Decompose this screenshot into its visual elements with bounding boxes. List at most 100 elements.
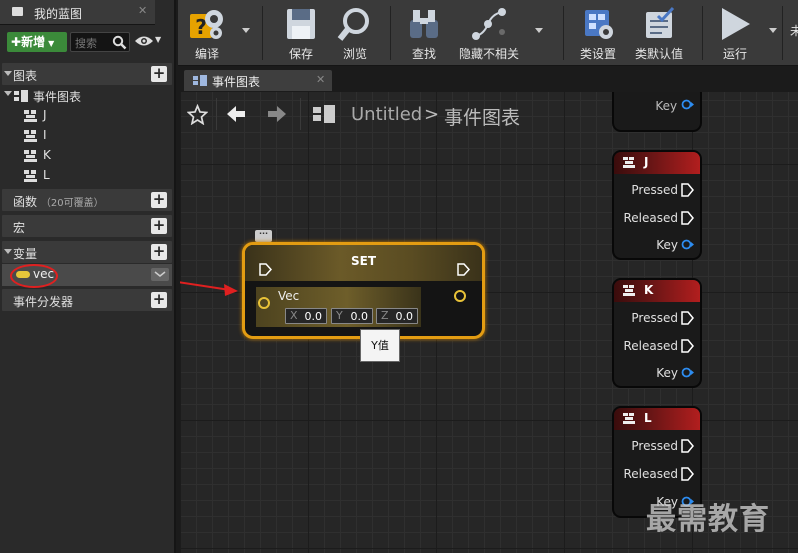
toolbar-separator [390,6,391,60]
breadcrumb-blueprint[interactable]: Untitled [351,104,422,125]
chevron-down-icon: ▼ [48,39,55,48]
variable-row-vec[interactable]: vec [2,264,172,288]
add-new-label: 新增 [21,35,46,49]
section-graphs[interactable]: 图表 + [2,63,172,85]
keyboard-event-icon [24,150,38,162]
hide-unrelated-button[interactable]: 隐藏不相关 [454,2,524,62]
browse-button[interactable]: 浏览 [332,2,378,62]
z-label: Z [381,309,389,322]
exec-out-pin-icon[interactable] [681,466,694,481]
exec-in-pin-icon[interactable] [259,263,272,276]
class-settings-button[interactable]: 类设置 [573,2,623,62]
find-button[interactable]: 查找 [400,2,448,62]
tree-item-event-l[interactable]: L [0,166,176,186]
exec-out-pin-icon[interactable] [681,438,694,453]
expand-arrow-icon[interactable] [4,91,12,96]
view-options-button[interactable]: ▼ [134,35,161,50]
breadcrumb-separator: > [424,104,440,125]
compile-options-dropdown[interactable] [242,28,250,33]
close-icon[interactable]: ✕ [316,73,325,86]
class-settings-icon [585,10,613,39]
hide-unrelated-dropdown[interactable] [535,28,543,33]
key-label: Key [655,99,678,113]
exec-out-pin-icon[interactable] [681,210,694,225]
key-output-pin[interactable] [681,99,694,110]
vec-output-pin[interactable] [454,290,466,302]
magnifier-icon [337,8,369,41]
exec-out-pin-icon[interactable] [681,182,694,197]
eye-icon [135,36,153,46]
star-icon[interactable] [187,104,208,125]
plus-icon: ✚ [11,35,22,49]
nav-separator [216,98,217,130]
section-functions[interactable]: 函数 （20可覆盖） + [2,189,172,211]
event-graph-icon [313,105,335,123]
variable-type-dropdown[interactable] [151,268,169,281]
x-label: X [290,309,298,322]
key-label: Key [656,237,678,252]
key-event-node-j[interactable]: J Pressed Released Key [612,150,702,260]
key-row: Key [655,99,694,113]
tree-item-event-i[interactable]: I [0,126,176,146]
graph-nav-bar: Untitled > 事件图表 [180,92,620,136]
released-label: Released [623,210,678,225]
my-blueprint-tab[interactable]: 我的蓝图 ✕ [0,0,155,25]
class-defaults-icon [646,6,675,38]
key-event-node-k[interactable]: K Pressed Released Key [612,278,702,388]
forward-arrow-icon[interactable] [267,104,287,124]
y-value: 0.0 [350,310,369,323]
save-button[interactable]: 保存 [278,2,324,62]
breadcrumb-graph[interactable]: 事件图表 [444,103,520,130]
pressed-label: Pressed [631,182,678,197]
tree-item-event-graph[interactable]: 事件图表 [0,86,176,106]
keyboard-event-icon [24,110,38,122]
close-icon[interactable]: ✕ [138,4,147,17]
key-output-pin[interactable] [681,239,694,250]
compile-button[interactable]: ? 编译 [182,2,232,62]
tree-item-event-j[interactable]: J [0,106,176,126]
binoculars-icon [410,10,438,38]
set-node[interactable]: SET Vec X 0.0 Y 0.0 Z 0.0 [242,242,485,339]
x-value-field[interactable]: X 0.0 [285,308,327,324]
run-options-dropdown[interactable] [769,28,777,33]
set-node-title: SET [350,254,377,268]
exec-out-pin-icon[interactable] [681,310,694,325]
play-icon [722,8,750,40]
toolbar-separator [563,6,564,60]
save-floppy-icon [287,9,315,39]
exec-out-pin-icon[interactable] [681,338,694,353]
find-label: 查找 [411,47,436,61]
graph-canvas[interactable]: Untitled > 事件图表 ··· SET Vec X 0.0 Y 0.0 Z0… [180,92,798,553]
main-toolbar: ? 编译 保存 浏览 查找 隐藏不相关 类设置 类默认值 运行 未 [178,0,798,66]
add-macro-button[interactable]: + [151,218,167,234]
key-event-node-partial[interactable]: Key [612,92,702,132]
add-dispatcher-button[interactable]: + [151,292,167,308]
tree-item-event-k[interactable]: K [0,146,176,166]
add-function-button[interactable]: + [151,192,167,208]
add-new-button[interactable]: ✚新增 ▼ [7,32,67,52]
section-dispatchers[interactable]: 事件分发器 + [2,289,172,311]
key-output-pin[interactable] [681,367,694,378]
exec-out-pin-icon[interactable] [457,263,470,276]
add-variable-button[interactable]: + [151,244,167,260]
search-input[interactable]: 搜索 [70,32,130,52]
add-graph-button[interactable]: + [151,66,167,82]
comment-bubble-icon[interactable]: ··· [255,230,272,242]
key-node-title: L [644,411,652,425]
key-row: Key [656,365,694,381]
collapse-arrow-icon[interactable] [4,249,12,254]
key-node-title: J [644,155,649,169]
collapse-arrow-icon[interactable] [4,71,12,76]
z-value-field[interactable]: Z 0.0 [376,308,418,324]
class-defaults-button[interactable]: 类默认值 [630,2,688,62]
vec-input-pin[interactable] [258,297,270,309]
class-defaults-label: 类默认值 [634,47,683,61]
tab-event-graph[interactable]: 事件图表 ✕ [184,70,332,91]
section-dispatchers-label: 事件分发器 [13,295,74,309]
tree-item-label: J [43,108,47,122]
section-macros[interactable]: 宏 + [2,215,172,237]
run-button[interactable]: 运行 [712,2,758,62]
back-arrow-icon[interactable] [226,104,246,124]
section-variables[interactable]: 变量 + [2,241,172,263]
y-value-field[interactable]: Y 0.0 [331,308,373,324]
